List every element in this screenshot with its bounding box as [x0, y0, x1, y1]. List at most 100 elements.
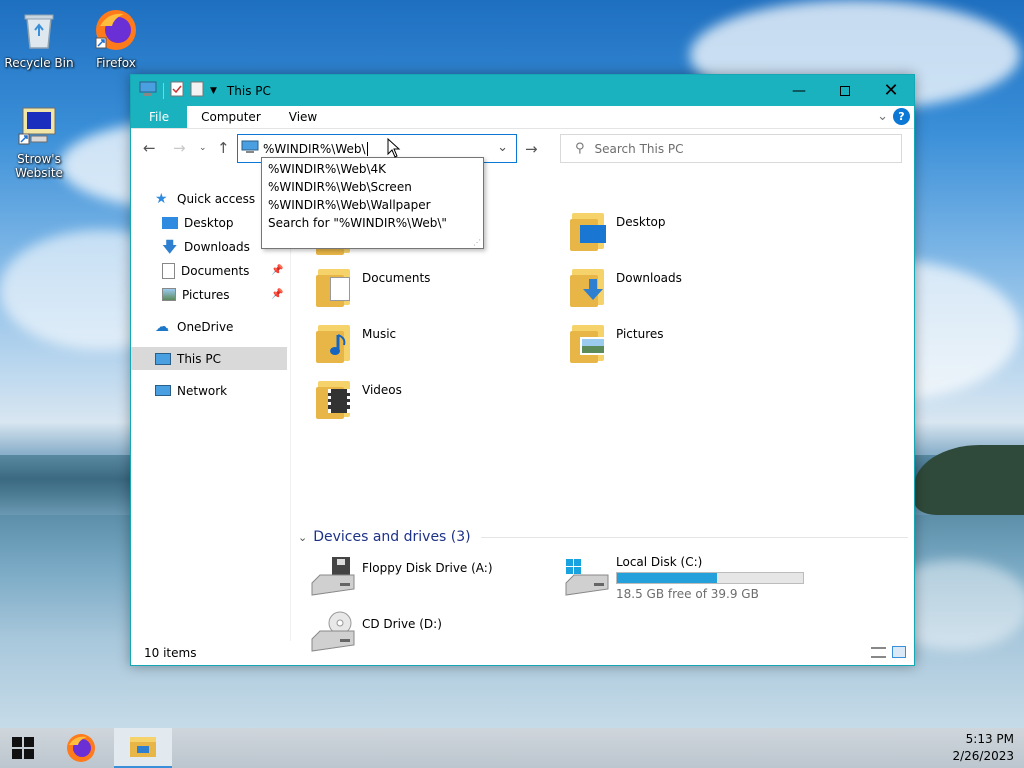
- computer-icon: [155, 352, 171, 365]
- folder-label: Pictures: [616, 327, 664, 341]
- taskbar-file-explorer[interactable]: [114, 728, 172, 768]
- pictures-icon: [162, 288, 176, 301]
- folder-item-desktop[interactable]: Desktop: [570, 209, 810, 257]
- firefox-icon: [94, 8, 138, 52]
- pictures-folder-icon: [570, 321, 610, 363]
- status-bar: 10 items: [131, 641, 914, 665]
- cloud-icon: ☁: [155, 318, 169, 335]
- window-title: This PC: [226, 83, 271, 98]
- computer-icon: [241, 140, 259, 157]
- desktop-icon-label: Strow's Website: [15, 152, 63, 180]
- drive-item-local-disk[interactable]: Local Disk (C:) 18.5 GB free of 39.9 GB: [564, 555, 804, 601]
- sidebar-item-label: Network: [177, 383, 228, 398]
- sidebar-item-label: This PC: [177, 351, 221, 366]
- pin-icon[interactable]: 📌: [271, 265, 283, 276]
- minimize-icon: —: [792, 82, 806, 99]
- recent-locations-icon[interactable]: ⌄: [199, 143, 207, 153]
- go-arrow-icon[interactable]: →: [525, 140, 538, 158]
- autocomplete-item[interactable]: %WINDIR%\Web\Wallpaper: [262, 196, 483, 214]
- close-icon: ✕: [883, 80, 899, 101]
- close-button[interactable]: ✕: [868, 75, 914, 106]
- taskbar-firefox[interactable]: [58, 728, 104, 768]
- folder-item-pictures[interactable]: Pictures: [570, 321, 810, 369]
- folder-label: Documents: [362, 271, 431, 285]
- recycle-bin-icon: [17, 8, 61, 52]
- clock-date: 2/26/2023: [952, 749, 1014, 763]
- sidebar-item-pictures[interactable]: Pictures 📌: [131, 283, 287, 306]
- desktop-icon-label: Recycle Bin: [4, 56, 74, 70]
- expand-ribbon-icon[interactable]: ⌄: [877, 109, 888, 124]
- floppy-drive-icon: [310, 555, 356, 597]
- downloads-folder-icon: [570, 265, 610, 307]
- tab-view[interactable]: View: [275, 106, 331, 128]
- drive-label: Local Disk (C:): [616, 555, 703, 569]
- taskbar: 5:13 PM 2/26/2023: [0, 728, 1024, 768]
- sidebar-item-network[interactable]: Network: [131, 379, 287, 402]
- back-arrow-icon[interactable]: ←: [143, 139, 156, 157]
- sidebar-item-label: Quick access: [177, 191, 256, 206]
- search-box[interactable]: ⚲ Search This PC: [560, 134, 902, 163]
- desktop-icon-strows-website[interactable]: Strow's Website: [1, 104, 77, 180]
- folder-label: Downloads: [616, 271, 682, 285]
- desktop-icon-recycle-bin[interactable]: Recycle Bin: [1, 8, 77, 70]
- address-input[interactable]: %WINDIR%\Web\: [263, 141, 368, 156]
- sidebar-item-this-pc[interactable]: This PC: [131, 347, 287, 370]
- folder-item-downloads[interactable]: Downloads: [570, 265, 810, 313]
- drive-usage-bar: [616, 572, 804, 584]
- firefox-icon: [67, 734, 95, 762]
- drive-usage-fill: [617, 573, 717, 583]
- sidebar-item-label: Pictures: [182, 287, 230, 302]
- title-bar[interactable]: ▼ This PC — ✕: [131, 75, 914, 106]
- desktop-folder-icon: [570, 209, 610, 251]
- tab-file[interactable]: File: [131, 106, 188, 128]
- address-dropdown-icon[interactable]: ⌄: [497, 140, 508, 155]
- start-button[interactable]: [0, 728, 46, 768]
- sidebar-item-label: OneDrive: [177, 319, 234, 334]
- autocomplete-item[interactable]: Search for "%WINDIR%\Web\": [262, 214, 483, 232]
- maximize-icon: [840, 85, 850, 96]
- chevron-down-icon[interactable]: ▼: [210, 86, 217, 96]
- maximize-button[interactable]: [822, 75, 868, 106]
- sidebar-item-label: Desktop: [184, 215, 234, 230]
- search-input[interactable]: Search This PC: [595, 142, 684, 156]
- download-arrow-icon: 🡇: [162, 237, 178, 256]
- folder-item-documents[interactable]: Documents: [316, 265, 556, 313]
- forward-arrow-icon[interactable]: →: [173, 139, 186, 157]
- folder-item-music[interactable]: Music: [316, 321, 556, 369]
- devices-and-drives-header[interactable]: ⌄ Devices and drives (3): [298, 529, 908, 545]
- sidebar-item-onedrive[interactable]: ☁ OneDrive: [131, 315, 287, 338]
- new-folder-icon[interactable]: [190, 81, 204, 100]
- autocomplete-item[interactable]: %WINDIR%\Web\Screen: [262, 178, 483, 196]
- tab-computer[interactable]: Computer: [187, 106, 275, 128]
- drive-free-space: 18.5 GB free of 39.9 GB: [616, 587, 759, 601]
- large-icons-view-icon[interactable]: [892, 646, 906, 658]
- autocomplete-item[interactable]: %WINDIR%\Web\4K: [262, 160, 483, 178]
- videos-folder-icon: [316, 377, 356, 419]
- sidebar-item-label: Documents: [181, 263, 250, 278]
- windows-logo-icon: [12, 737, 34, 759]
- drive-item-floppy[interactable]: Floppy Disk Drive (A:): [310, 555, 493, 597]
- computer-shortcut-icon: [17, 104, 61, 148]
- this-pc-icon[interactable]: [139, 81, 157, 100]
- system-clock[interactable]: 5:13 PM 2/26/2023: [952, 731, 1014, 765]
- file-explorer-icon: [130, 737, 156, 757]
- pin-icon[interactable]: 📌: [271, 289, 283, 300]
- folder-label: Music: [362, 327, 397, 341]
- documents-folder-icon: [316, 265, 356, 307]
- chevron-down-icon: ⌄: [298, 530, 308, 544]
- resize-grip-icon[interactable]: ⋰: [473, 238, 481, 247]
- minimize-button[interactable]: —: [776, 75, 822, 106]
- search-icon: ⚲: [575, 141, 585, 156]
- quick-access-toolbar: ▼: [131, 81, 217, 100]
- up-arrow-icon[interactable]: ↑: [217, 139, 230, 157]
- folder-item-videos[interactable]: Videos: [316, 377, 556, 425]
- details-view-icon[interactable]: [871, 647, 886, 658]
- sidebar-item-label: Downloads: [184, 239, 250, 254]
- folder-label: Desktop: [616, 215, 666, 229]
- desktop-icon-firefox[interactable]: Firefox: [78, 8, 154, 70]
- sidebar-item-documents[interactable]: Documents 📌: [131, 259, 287, 282]
- properties-icon[interactable]: [170, 81, 184, 100]
- help-icon[interactable]: ?: [893, 108, 910, 125]
- star-icon: ★: [155, 190, 168, 207]
- drive-label: CD Drive (D:): [362, 617, 442, 631]
